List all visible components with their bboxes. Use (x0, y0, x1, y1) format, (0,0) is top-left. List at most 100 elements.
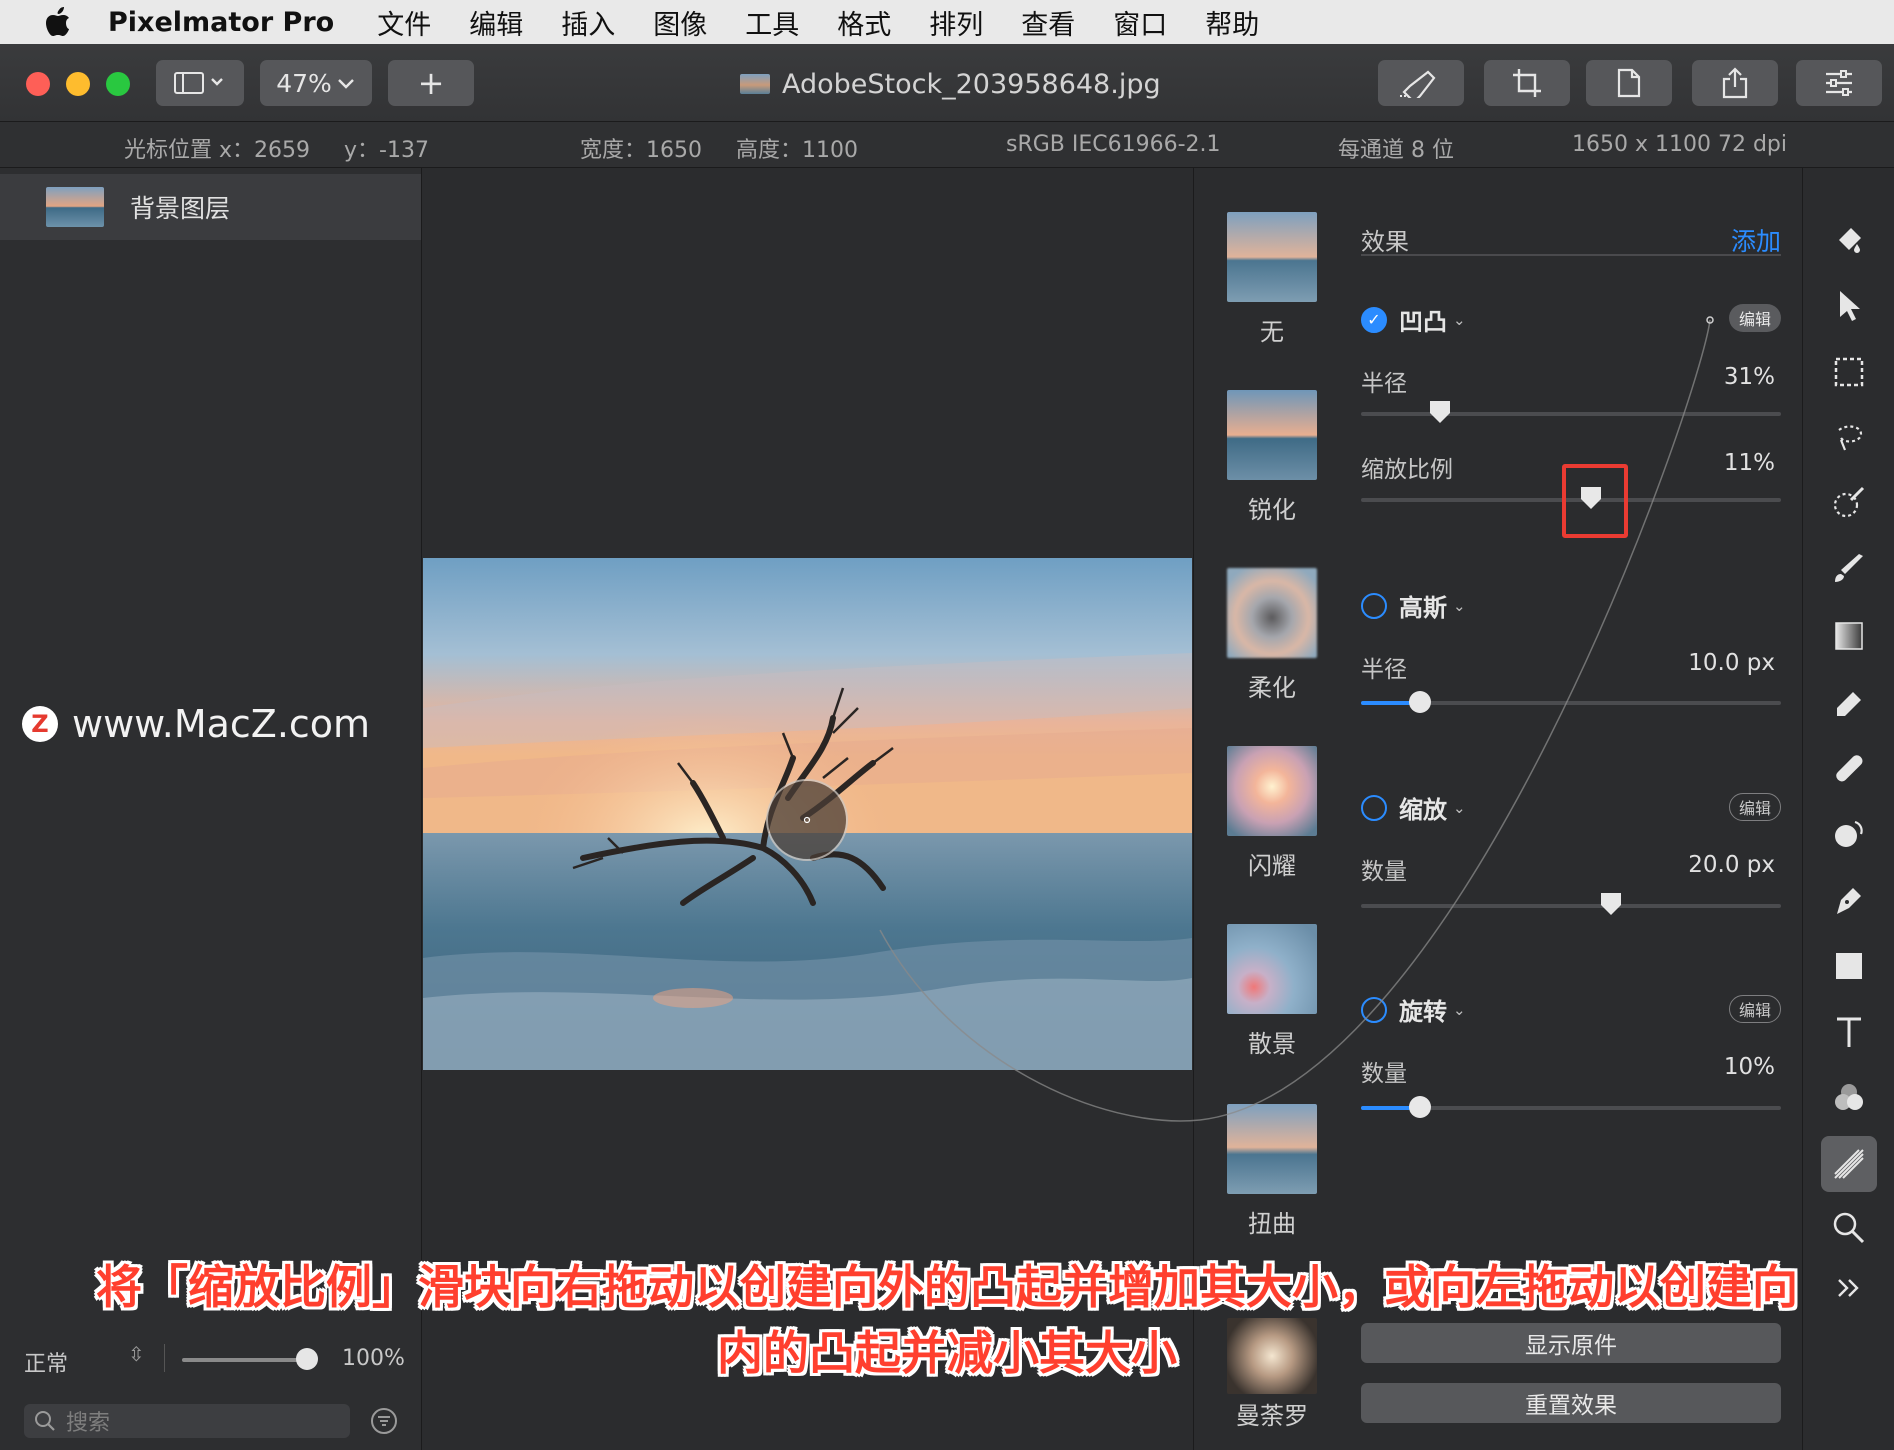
twirl-amount-value: 10% (1723, 1054, 1775, 1080)
bump-scale-value: 11% (1723, 450, 1775, 476)
tool-effects[interactable] (1821, 1136, 1877, 1192)
effect-label-glow: 闪耀 (1248, 852, 1296, 880)
radio-button[interactable] (1361, 592, 1387, 619)
sidebar-icon (174, 72, 223, 94)
effect-thumb-glow[interactable] (1227, 746, 1317, 836)
sidebar-toggle-button[interactable] (156, 60, 244, 106)
document-thumbnail (740, 74, 770, 94)
gradient-icon (1835, 622, 1863, 650)
layer-name: 背景图层 (130, 194, 231, 223)
tool-shape[interactable] (1823, 940, 1875, 992)
radio-button[interactable] (1361, 794, 1387, 821)
close-window-button[interactable] (26, 72, 50, 96)
slider-knob[interactable] (1408, 691, 1431, 713)
tool-retouch[interactable] (1823, 808, 1875, 860)
adjust-button[interactable] (1796, 60, 1882, 106)
document-button[interactable] (1586, 60, 1672, 106)
slider-knob[interactable] (1600, 892, 1622, 916)
effect-twirl-edit-button[interactable]: 编辑 (1729, 995, 1781, 1023)
menu-format[interactable]: 格式 (837, 3, 891, 42)
twirl-amount-slider[interactable] (1361, 1096, 1781, 1118)
share-button[interactable] (1692, 60, 1778, 106)
tool-rect-select[interactable] (1823, 346, 1875, 398)
minimize-window-button[interactable] (66, 72, 90, 96)
effect-bump-name: 凹凸 (1399, 308, 1447, 336)
menu-file[interactable]: 文件 (377, 3, 431, 42)
reset-effects-button[interactable]: 重置效果 (1361, 1383, 1781, 1423)
effect-label-distort: 扭曲 (1248, 1210, 1296, 1238)
effect-thumb-distort[interactable] (1227, 1104, 1317, 1194)
tool-quick-select[interactable] (1823, 478, 1875, 530)
effect-twirl-name: 旋转 (1399, 998, 1447, 1026)
layers-search-input[interactable]: 搜索 (24, 1404, 350, 1438)
filter-icon[interactable] (370, 1407, 398, 1435)
bit-depth: 每通道 8 位 (1338, 138, 1454, 163)
add-button[interactable]: + (388, 60, 474, 106)
menu-window[interactable]: 窗口 (1113, 3, 1167, 42)
tool-color-adjust[interactable] (1823, 1072, 1875, 1124)
menu-edit[interactable]: 编辑 (469, 3, 523, 42)
zoom-value: 47% (276, 68, 332, 98)
zoom-window-button[interactable] (106, 72, 130, 96)
tool-lasso[interactable] (1823, 412, 1875, 464)
menu-insert[interactable]: 插入 (561, 3, 615, 42)
zoom-amount-value: 20.0 px (1688, 852, 1775, 878)
tool-arrange[interactable] (1823, 280, 1875, 332)
zoom-amount-slider[interactable] (1361, 893, 1781, 915)
effect-thumb-none[interactable] (1227, 212, 1317, 302)
format-tool-button[interactable] (1378, 60, 1464, 106)
effect-label-sharpen: 锐化 (1248, 496, 1296, 524)
effect-zoom-edit-button[interactable]: 编辑 (1729, 793, 1781, 821)
tool-pen[interactable] (1823, 874, 1875, 926)
chevron-down-icon: ⌄ (1453, 310, 1466, 329)
tool-erase[interactable] (1823, 676, 1875, 728)
menu-bar: Pixelmator Pro 文件 编辑 插入 图像 工具 格式 排列 查看 窗… (0, 0, 1894, 44)
checkmark-icon[interactable]: ✓ (1361, 306, 1387, 333)
menu-help[interactable]: 帮助 (1205, 3, 1259, 42)
zoom-dropdown[interactable]: 47% (260, 60, 372, 106)
tool-paint[interactable] (1823, 544, 1875, 596)
effects-header: 效果 添加 (1361, 222, 1781, 256)
effect-zoom-title[interactable]: 缩放 ⌄ (1361, 790, 1466, 825)
effect-bump-edit-button[interactable]: 编辑 (1729, 304, 1781, 332)
effects-header-title: 效果 (1361, 228, 1409, 256)
tool-type[interactable] (1823, 1006, 1875, 1058)
add-effect-button[interactable]: 添加 (1731, 222, 1781, 258)
share-icon (1722, 67, 1748, 99)
slider-knob[interactable] (1429, 400, 1451, 424)
tool-gradient[interactable] (1823, 610, 1875, 662)
tool-repair[interactable] (1823, 742, 1875, 794)
effect-thumb-soften[interactable] (1227, 568, 1317, 658)
slider-knob[interactable] (1408, 1096, 1431, 1118)
crop-button[interactable] (1484, 60, 1570, 106)
apple-icon[interactable] (38, 2, 78, 42)
caption-line-2: 内的凸起并减小其大小 (717, 1326, 1177, 1380)
effect-thumb-bokeh[interactable] (1227, 924, 1317, 1014)
bump-radius-slider[interactable] (1361, 401, 1781, 423)
image-width: 宽度：1650 (580, 138, 702, 163)
document-title: AdobeStock_203958648.jpg (740, 64, 1161, 104)
layer-row[interactable]: 背景图层 (0, 174, 421, 240)
effect-thumb-sharpen[interactable] (1227, 390, 1317, 480)
crop-icon (1513, 69, 1541, 97)
effect-label-mandala: 曼荼罗 (1236, 1402, 1308, 1430)
menu-tools[interactable]: 工具 (745, 3, 799, 42)
tool-zoom[interactable] (1823, 1202, 1875, 1254)
radio-button[interactable] (1361, 996, 1387, 1023)
color-circles-icon (1835, 1084, 1863, 1110)
marquee-icon (1834, 357, 1864, 387)
menu-image[interactable]: 图像 (653, 3, 707, 42)
pen-nib-icon (1837, 888, 1861, 914)
app-name-menu[interactable]: Pixelmator Pro (108, 7, 334, 38)
effect-zoom-name: 缩放 (1399, 796, 1447, 824)
effect-gaussian-title[interactable]: 高斯 ⌄ (1361, 588, 1466, 623)
document-title-text: AdobeStock_203958648.jpg (782, 68, 1161, 100)
menu-arrange[interactable]: 排列 (929, 3, 983, 42)
effect-bump-title[interactable]: ✓ 凹凸 ⌄ (1361, 302, 1466, 337)
effect-twirl-title[interactable]: 旋转 ⌄ (1361, 992, 1466, 1027)
bump-radius-label: 半径 (1361, 371, 1407, 397)
tool-style[interactable] (1823, 214, 1875, 266)
menu-view[interactable]: 查看 (1021, 3, 1075, 42)
pen-icon (1400, 70, 1436, 98)
gaussian-radius-slider[interactable] (1361, 691, 1781, 713)
